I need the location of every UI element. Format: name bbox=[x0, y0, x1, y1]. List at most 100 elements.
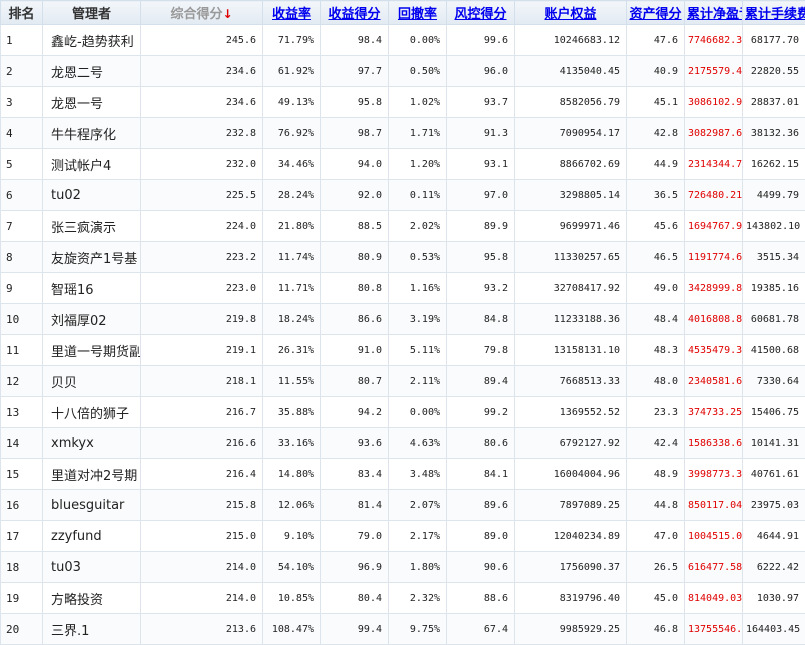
rank-cell: 11 bbox=[1, 335, 43, 366]
table-row: 3龙恩一号234.649.13%95.81.02%93.78582056.794… bbox=[1, 87, 805, 118]
manager-cell: 三界.1 bbox=[43, 614, 141, 645]
total-score-cell: 232.0 bbox=[141, 149, 263, 180]
equity-cell: 32708417.92 bbox=[515, 273, 627, 304]
fees-cell: 3515.34 bbox=[743, 242, 805, 273]
equity-cell: 11233188.36 bbox=[515, 304, 627, 335]
return-rate-cell: 21.80% bbox=[263, 211, 321, 242]
return-score-cell: 97.7 bbox=[321, 56, 389, 87]
net-pnl-cell: 850117.04 bbox=[685, 490, 743, 521]
table-row: 19方略投资214.010.85%80.42.32%88.68319796.40… bbox=[1, 583, 805, 614]
rank-cell: 14 bbox=[1, 428, 43, 459]
header-drawdown-link[interactable]: 回撤率 bbox=[389, 1, 447, 25]
asset-score-cell: 47.6 bbox=[627, 25, 685, 56]
fees-cell: 19385.16 bbox=[743, 273, 805, 304]
equity-cell: 9985929.25 bbox=[515, 614, 627, 645]
equity-cell: 1756090.37 bbox=[515, 552, 627, 583]
manager-cell: zzyfund bbox=[43, 521, 141, 552]
header-total-score[interactable]: 综合得分↓ bbox=[141, 1, 263, 25]
equity-cell: 10246683.12 bbox=[515, 25, 627, 56]
total-score-cell: 216.7 bbox=[141, 397, 263, 428]
manager-cell: 张三疯演示 bbox=[43, 211, 141, 242]
return-rate-cell: 34.46% bbox=[263, 149, 321, 180]
risk-score-cell: 80.6 bbox=[447, 428, 515, 459]
table-row: 6tu02225.528.24%92.00.11%97.03298805.143… bbox=[1, 180, 805, 211]
return-rate-cell: 11.71% bbox=[263, 273, 321, 304]
header-return-rate-link[interactable]: 收益率 bbox=[263, 1, 321, 25]
return-rate-cell: 14.80% bbox=[263, 459, 321, 490]
return-score-cell: 94.0 bbox=[321, 149, 389, 180]
fees-cell: 1030.97 bbox=[743, 583, 805, 614]
header-net-pnl-link[interactable]: 累计净盈亏 bbox=[685, 1, 743, 25]
rank-cell: 16 bbox=[1, 490, 43, 521]
equity-cell: 6792127.92 bbox=[515, 428, 627, 459]
rank-cell: 1 bbox=[1, 25, 43, 56]
ranking-table: 排名 管理者 综合得分↓ 收益率 收益得分 回撤率 风控得分 账户权益 资产得分… bbox=[0, 0, 805, 645]
asset-score-cell: 48.3 bbox=[627, 335, 685, 366]
total-score-cell: 219.8 bbox=[141, 304, 263, 335]
return-score-cell: 79.0 bbox=[321, 521, 389, 552]
equity-cell: 16004004.96 bbox=[515, 459, 627, 490]
drawdown-cell: 4.63% bbox=[389, 428, 447, 459]
risk-score-cell: 93.1 bbox=[447, 149, 515, 180]
table-row: 16bluesguitar215.812.06%81.42.07%89.6789… bbox=[1, 490, 805, 521]
equity-cell: 3298805.14 bbox=[515, 180, 627, 211]
rank-cell: 7 bbox=[1, 211, 43, 242]
equity-cell: 4135040.45 bbox=[515, 56, 627, 87]
asset-score-cell: 46.5 bbox=[627, 242, 685, 273]
return-score-cell: 88.5 bbox=[321, 211, 389, 242]
sort-down-arrow-icon: ↓ bbox=[222, 7, 232, 21]
fees-cell: 22820.55 bbox=[743, 56, 805, 87]
drawdown-cell: 2.02% bbox=[389, 211, 447, 242]
rank-cell: 3 bbox=[1, 87, 43, 118]
header-fees-link[interactable]: 累计手续费 bbox=[743, 1, 805, 25]
table-row: 8友旋资产1号基223.211.74%80.90.53%95.811330257… bbox=[1, 242, 805, 273]
total-score-cell: 216.6 bbox=[141, 428, 263, 459]
rank-cell: 8 bbox=[1, 242, 43, 273]
header-equity-link[interactable]: 账户权益 bbox=[515, 1, 627, 25]
manager-cell: 龙恩二号 bbox=[43, 56, 141, 87]
return-score-cell: 98.7 bbox=[321, 118, 389, 149]
asset-score-cell: 45.6 bbox=[627, 211, 685, 242]
risk-score-cell: 97.0 bbox=[447, 180, 515, 211]
net-pnl-cell: 374733.25 bbox=[685, 397, 743, 428]
net-pnl-cell: 1586338.69 bbox=[685, 428, 743, 459]
return-rate-cell: 76.92% bbox=[263, 118, 321, 149]
return-score-cell: 86.6 bbox=[321, 304, 389, 335]
drawdown-cell: 2.07% bbox=[389, 490, 447, 521]
total-score-cell: 215.8 bbox=[141, 490, 263, 521]
return-score-cell: 96.9 bbox=[321, 552, 389, 583]
equity-cell: 12040234.89 bbox=[515, 521, 627, 552]
asset-score-cell: 42.8 bbox=[627, 118, 685, 149]
return-rate-cell: 35.88% bbox=[263, 397, 321, 428]
drawdown-cell: 0.50% bbox=[389, 56, 447, 87]
return-rate-cell: 108.47% bbox=[263, 614, 321, 645]
table-row: 9智瑶16223.011.71%80.81.16%93.232708417.92… bbox=[1, 273, 805, 304]
asset-score-cell: 44.8 bbox=[627, 490, 685, 521]
header-return-score-link[interactable]: 收益得分 bbox=[321, 1, 389, 25]
fees-cell: 23975.03 bbox=[743, 490, 805, 521]
net-pnl-cell: 1004515.09 bbox=[685, 521, 743, 552]
net-pnl-cell: 1191774.66 bbox=[685, 242, 743, 273]
asset-score-cell: 47.0 bbox=[627, 521, 685, 552]
table-row: 1鑫屹-趋势获利245.671.79%98.40.00%99.610246683… bbox=[1, 25, 805, 56]
return-score-cell: 80.9 bbox=[321, 242, 389, 273]
net-pnl-cell: 726480.21 bbox=[685, 180, 743, 211]
header-total-score-label[interactable]: 综合得分 bbox=[170, 7, 222, 22]
rank-cell: 15 bbox=[1, 459, 43, 490]
fees-cell: 16262.15 bbox=[743, 149, 805, 180]
fees-cell: 28837.01 bbox=[743, 87, 805, 118]
header-asset-score-link[interactable]: 资产得分 bbox=[627, 1, 685, 25]
header-rank: 排名 bbox=[1, 1, 43, 25]
total-score-cell: 223.2 bbox=[141, 242, 263, 273]
net-pnl-cell: 3428999.84 bbox=[685, 273, 743, 304]
rank-cell: 20 bbox=[1, 614, 43, 645]
asset-score-cell: 45.1 bbox=[627, 87, 685, 118]
table-row: 10刘福厚02219.818.24%86.63.19%84.811233188.… bbox=[1, 304, 805, 335]
rank-cell: 18 bbox=[1, 552, 43, 583]
asset-score-cell: 40.9 bbox=[627, 56, 685, 87]
total-score-cell: 216.4 bbox=[141, 459, 263, 490]
equity-cell: 8582056.79 bbox=[515, 87, 627, 118]
net-pnl-cell: 13755546.55 bbox=[685, 614, 743, 645]
table-row: 17zzyfund215.09.10%79.02.17%89.012040234… bbox=[1, 521, 805, 552]
header-risk-score-link[interactable]: 风控得分 bbox=[447, 1, 515, 25]
